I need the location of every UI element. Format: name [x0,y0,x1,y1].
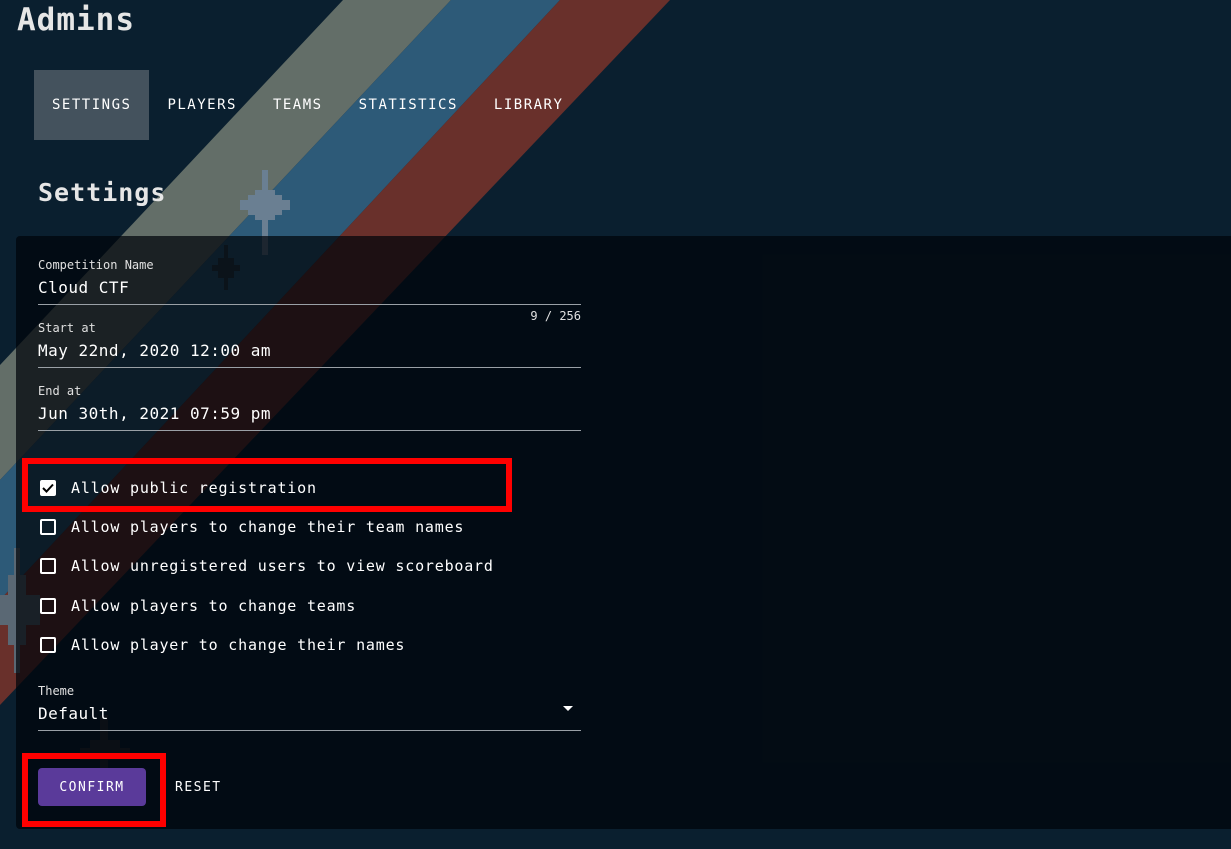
start-at-label: Start at [38,321,96,335]
checkbox-unchecked[interactable] [40,518,56,535]
reset-button[interactable]: RESET [160,768,237,806]
confirm-button[interactable]: CONFIRM [38,768,146,806]
competition-name-underline [38,304,581,305]
end-at-input[interactable]: Jun 30th, 2021 07:59 pm [38,404,581,428]
theme-value[interactable]: Default [38,704,581,728]
competition-name-input[interactable]: Cloud CTF [38,278,581,302]
option-label: Allow players to change teams [71,596,357,615]
end-at-field[interactable]: End at Jun 30th, 2021 07:59 pm [38,384,581,431]
option-label: Allow player to change their names [71,635,406,654]
option-change-player-names[interactable]: Allow player to change their names [40,625,494,664]
competition-name-label: Competition Name [38,258,154,272]
competition-name-field[interactable]: Competition Name Cloud CTF 9 / 256 [38,258,581,323]
option-label: Allow players to change their team names [71,517,465,536]
start-at-underline [38,367,581,368]
end-at-underline [38,430,581,431]
tab-bar: SETTINGS PLAYERS TEAMS STATISTICS LIBRAR… [34,70,581,140]
start-at-input[interactable]: May 22nd, 2020 12:00 am [38,341,581,365]
option-public-registration[interactable]: Allow public registration [40,468,494,507]
page-title: Admins [17,2,135,38]
checkbox-unchecked[interactable] [40,597,56,614]
theme-label: Theme [38,684,75,698]
checkbox-checked[interactable] [40,479,56,496]
options-list: Allow public registration Allow players … [40,468,494,664]
option-change-teams[interactable]: Allow players to change teams [40,586,494,625]
tab-players[interactable]: PLAYERS [149,70,255,140]
tab-settings[interactable]: SETTINGS [34,70,150,140]
dropdown-arrow-icon[interactable] [563,706,573,711]
theme-underline [38,730,581,731]
option-unregistered-scoreboard[interactable]: Allow unregistered users to view scorebo… [40,547,494,586]
option-change-team-names[interactable]: Allow players to change their team names [40,507,494,546]
tab-teams[interactable]: TEAMS [255,70,341,140]
checkbox-unchecked[interactable] [40,636,56,653]
end-at-label: End at [38,384,82,398]
start-at-field[interactable]: Start at May 22nd, 2020 12:00 am [38,321,581,368]
section-title: Settings [38,178,167,207]
theme-select[interactable]: Theme Default [38,684,581,731]
tab-statistics[interactable]: STATISTICS [341,70,476,140]
checkmark-icon [42,483,54,493]
option-label: Allow public registration [71,478,317,497]
option-label: Allow unregistered users to view scorebo… [71,557,494,576]
checkbox-unchecked[interactable] [40,558,56,575]
tab-library[interactable]: LIBRARY [476,70,582,140]
